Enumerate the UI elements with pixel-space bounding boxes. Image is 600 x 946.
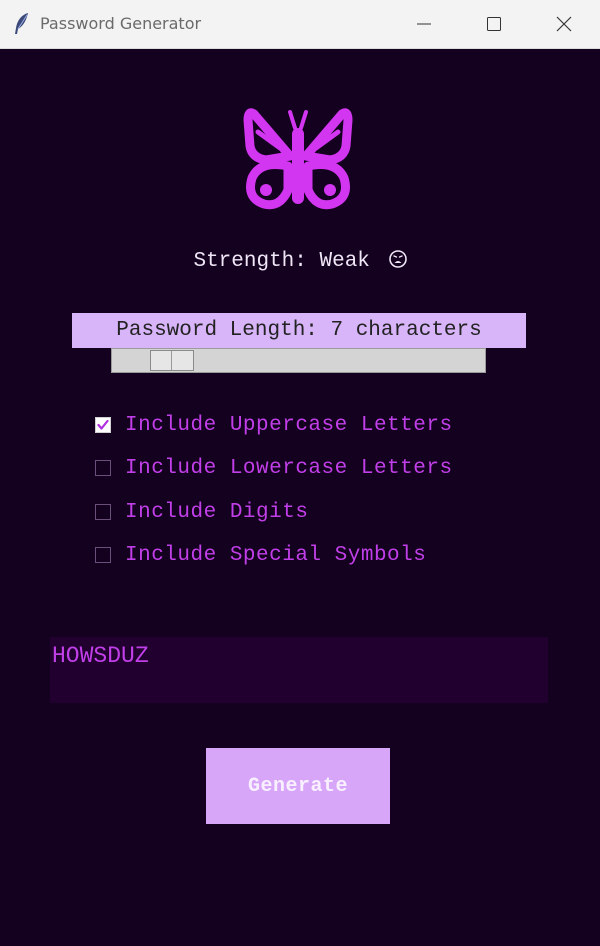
title-bar: Password Generator [0,0,600,49]
maximize-button[interactable] [462,0,526,48]
symbols-label[interactable]: Include Special Symbols [125,544,426,567]
option-symbols[interactable]: Include Special Symbols [95,540,426,570]
option-digits[interactable]: Include Digits [95,497,308,527]
window-title: Password Generator [40,14,202,33]
password-text[interactable]: HOWSDUZ [52,643,149,669]
digits-label[interactable]: Include Digits [125,501,308,524]
butterfly-icon [240,102,356,218]
minimize-icon [417,23,431,25]
close-button[interactable] [532,0,596,48]
password-output[interactable]: HOWSDUZ [50,637,548,703]
lowercase-label[interactable]: Include Lowercase Letters [125,457,453,480]
lowercase-checkbox[interactable] [95,460,111,476]
app-window: Password Generator Strength: Weak Passwo… [0,0,600,946]
uppercase-label[interactable]: Include Uppercase Letters [125,414,453,437]
feather-icon [12,12,32,36]
length-slider[interactable] [111,348,486,373]
slider-thumb[interactable] [150,350,194,371]
generate-button[interactable]: Generate [206,748,390,824]
option-uppercase[interactable]: Include Uppercase Letters [95,410,453,440]
minimize-button[interactable] [392,0,456,48]
close-icon [556,16,572,32]
checkmark-icon [97,419,109,430]
password-length-label: Password Length: 7 characters [72,313,526,348]
strength-text: Strength: Weak [193,250,370,273]
uppercase-checkbox[interactable] [95,417,111,433]
strength-indicator: Strength: Weak [0,250,600,273]
weary-face-emoji [388,250,407,268]
option-lowercase[interactable]: Include Lowercase Letters [95,453,453,483]
digits-checkbox[interactable] [95,504,111,520]
symbols-checkbox[interactable] [95,547,111,563]
maximize-icon [487,17,501,31]
